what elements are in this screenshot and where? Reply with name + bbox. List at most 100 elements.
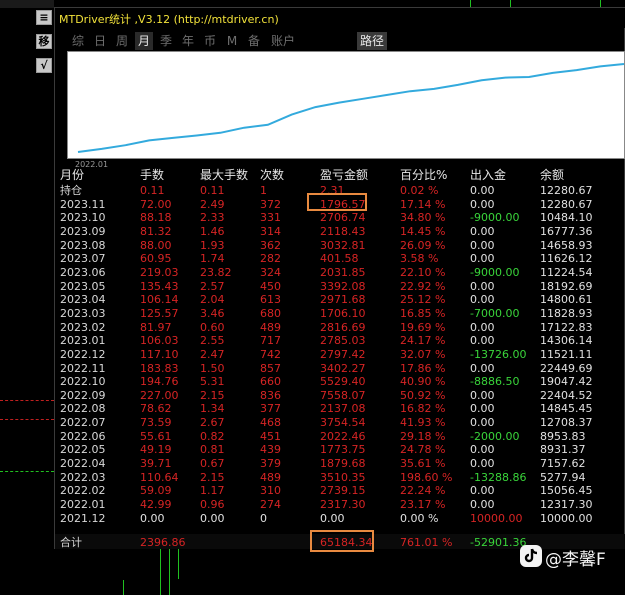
table-cell: 29.18 % (400, 429, 446, 443)
table-cell: 5529.40 (320, 375, 366, 389)
table-cell: 450 (260, 279, 281, 293)
table-cell: 0.60 (200, 320, 225, 334)
douyin-icon (520, 545, 542, 567)
table-cell: 0.00 (470, 484, 495, 498)
equity-chart (67, 51, 625, 159)
table-cell: 11828.93 (540, 306, 593, 320)
table-cell: 42.99 (140, 497, 172, 511)
table-cell: 14.45 % (400, 224, 446, 238)
table-cell: 34.80 % (400, 211, 446, 225)
table-cell: 73.59 (140, 416, 172, 430)
table-cell: 372 (260, 197, 281, 211)
table-cell: 2022.01 (60, 497, 106, 511)
table-cell: 2022.05 (60, 443, 106, 457)
table-cell: 2023.11 (60, 197, 106, 211)
table-cell: 379 (260, 457, 281, 470)
table-cell: 717 (260, 334, 281, 348)
table-cell: 1.46 (200, 224, 225, 238)
table-cell: 2.15 (200, 470, 225, 484)
watermark-text: @李馨F (545, 550, 606, 570)
table-cell: 23.82 (200, 265, 232, 279)
table-cell: -8886.50 (470, 375, 520, 389)
table-cell: 0.00 (470, 320, 495, 334)
table-cell: 680 (260, 306, 281, 320)
total-cell: 761.01 % (400, 536, 453, 549)
table-cell: 0.00 (470, 497, 495, 511)
table-cell: 106.03 (140, 334, 179, 348)
table-cell: 78.62 (140, 402, 172, 416)
table-cell: -9000.00 (470, 265, 520, 279)
table-cell: 59.09 (140, 484, 172, 498)
column-header: 出入金 (470, 168, 507, 182)
table-cell: 3754.54 (320, 416, 366, 430)
table-cell: 11224.54 (540, 265, 593, 279)
table-cell: 324 (260, 265, 281, 279)
table-cell: 72.00 (140, 197, 172, 211)
table-cell: 2137.08 (320, 402, 366, 416)
table-cell: 0.00 (470, 443, 495, 457)
table-cell: 32.07 % (400, 347, 446, 361)
table-cell: 2023.07 (60, 252, 106, 266)
table-cell: 22.10 % (400, 265, 446, 279)
column-header: 次数 (260, 168, 285, 182)
table-cell: 0.02 % (400, 184, 439, 197)
tab-4[interactable]: 季 (157, 32, 175, 50)
tab-3[interactable]: 月 (135, 32, 153, 50)
table-cell: 310 (260, 484, 281, 498)
tab-0[interactable]: 综 (69, 32, 87, 50)
table-cell: 274 (260, 497, 281, 511)
table-cell: 2022.12 (60, 347, 106, 361)
table-cell: 2022.08 (60, 402, 106, 416)
table-cell: 50.92 % (400, 388, 446, 402)
table-cell: 836 (260, 388, 281, 402)
table-cell: 0.00 (320, 511, 345, 525)
table-cell: 106.14 (140, 293, 179, 307)
table-cell: 0.00 (470, 279, 495, 293)
top-strip-left (0, 0, 54, 8)
table-cell: 持仓 (60, 184, 82, 197)
equity-curve-svg (77, 63, 624, 153)
table-cell: 2022.09 (60, 388, 106, 402)
move-button[interactable]: 移 (36, 34, 52, 49)
table-cell: 0 (260, 511, 267, 525)
table-cell: 377 (260, 402, 281, 416)
tab-1[interactable]: 日 (91, 32, 109, 50)
table-cell: 2023.04 (60, 293, 106, 307)
window-title: MTDriver统计 ,V3.12 (http://mtdriver.cn) (59, 13, 279, 26)
table-cell: 489 (260, 470, 281, 484)
table-cell: 16777.36 (540, 224, 593, 238)
table-cell: 2118.43 (320, 224, 366, 238)
tab-2[interactable]: 周 (113, 32, 131, 50)
table-cell: 660 (260, 375, 281, 389)
table-cell: 198.60 % (400, 470, 453, 484)
table-cell: -7000.00 (470, 306, 520, 320)
table-cell: 742 (260, 347, 281, 361)
table-cell: 26.09 % (400, 238, 446, 252)
tab-6[interactable]: 币 (201, 32, 219, 50)
table-cell: 7157.62 (540, 457, 586, 470)
table-cell: 88.00 (140, 238, 172, 252)
table-cell: 2.15 (200, 388, 225, 402)
table-cell: 12280.67 (540, 184, 593, 197)
table-cell: 2031.85 (320, 265, 366, 279)
check-button[interactable]: √ (36, 58, 52, 73)
tab-path[interactable]: 路径 (357, 32, 387, 50)
table-cell: 0.00 (470, 361, 495, 375)
title-bar[interactable]: MTDriver统计 ,V3.12 (http://mtdriver.cn) (55, 8, 625, 28)
tab-5[interactable]: 年 (179, 32, 197, 50)
total-cell: 合计 (60, 536, 82, 549)
table-cell: 8931.37 (540, 443, 586, 457)
table-cell: 2.33 (200, 211, 225, 225)
tab-7[interactable]: M (223, 32, 241, 50)
price-level-line (0, 419, 54, 420)
candle-wick (178, 549, 179, 579)
table-cell: 3.58 % (400, 252, 439, 266)
table-cell: 60.95 (140, 252, 172, 266)
total-cell: -52901.36 (470, 536, 527, 549)
tab-9[interactable]: 账户 (267, 32, 299, 50)
tab-8[interactable]: 备 (245, 32, 263, 50)
table-cell: 39.71 (140, 457, 172, 470)
table-cell: 81.32 (140, 224, 172, 238)
menu-button[interactable]: ≡ (36, 10, 52, 25)
table-cell: 468 (260, 416, 281, 430)
